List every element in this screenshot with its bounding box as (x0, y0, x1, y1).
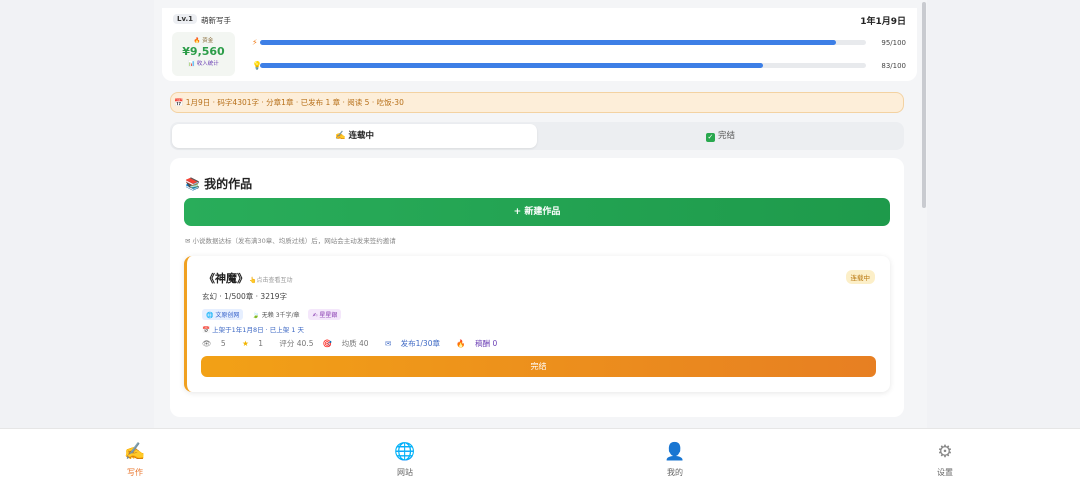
works-title: 📚 我的作品 (185, 177, 253, 191)
stars-stat: ★ 1 (242, 339, 263, 348)
lightning-icon: ⚡ (252, 38, 258, 47)
book-stats: 👁 5 ★ 1 评分 40.5 🎯 均质 40 ✉ 发布1/30章 🔥 稿酬 0 (202, 338, 511, 349)
bottom-nav: ✍️ 写作 🌐 网站 👤 我的 ⚙ 设置 (0, 428, 1080, 489)
views-stat: 👁 5 (202, 339, 226, 348)
pay-stat: 🔥 稿酬 0 (456, 339, 498, 348)
income-stats-link[interactable]: 📊 收入统计 (172, 59, 235, 67)
quality-stat: 🎯 均质 40 (322, 339, 369, 348)
app-container: Lv.1 萌新写手 1年1月9日 🔥 资金 ¥9,560 📊 收入统计 ⚡ 95… (154, 0, 927, 428)
books-icon: 📚 (185, 177, 200, 191)
globe-icon: 🌐 (394, 442, 416, 462)
user-icon: 👤 (664, 442, 686, 462)
site-tag: 🌐 文原创网 (202, 309, 244, 320)
score-stat: 评分 40.5 (279, 339, 314, 348)
status-tabs: ✍️ 连载中 ✓ 完结 (170, 122, 904, 150)
mail-icon: ✉ (384, 339, 392, 348)
money-value: ¥9,560 (182, 45, 225, 58)
fans-tag: ✍ 星星銀 (308, 309, 342, 320)
energy-bar (260, 40, 866, 45)
contract-hint: ✉ 小说数据达标（发布满30章、均质过线）后，网站会主动发来签约邀请 (185, 237, 396, 245)
writing-hand-icon: ✍️ (124, 442, 146, 462)
mail-icon: ✉ (185, 237, 191, 245)
interaction-tip[interactable]: 👆点击查看互动 (249, 275, 293, 284)
nav-settings[interactable]: ⚙ 设置 (885, 429, 1005, 478)
nav-write[interactable]: ✍️ 写作 (75, 429, 195, 478)
works-panel: 📚 我的作品 + 新建作品 ✉ 小说数据达标（发布满30章、均质过线）后，网站会… (170, 158, 904, 417)
game-date: 1年1月9日 (860, 17, 906, 27)
status-header: Lv.1 萌新写手 1年1月9日 🔥 资金 ¥9,560 📊 收入统计 ⚡ 95… (162, 8, 917, 81)
scrollbar-thumb[interactable] (922, 2, 926, 208)
globe-icon: 🌐 (206, 312, 214, 319)
tab-finished[interactable]: ✓ 完结 (539, 124, 902, 148)
target-icon: 🎯 (322, 339, 333, 348)
status-badge: 连载中 (845, 270, 875, 284)
leaf-icon: 🍃 (252, 312, 260, 319)
gear-icon: ⚙ (937, 442, 953, 462)
money-box[interactable]: 🔥 资金 ¥9,560 📊 收入统计 (172, 32, 235, 76)
nav-mine[interactable]: 👤 我的 (615, 429, 735, 478)
inspiration-value: 83/100 (881, 62, 906, 70)
book-title[interactable]: 《神魔》 (204, 270, 248, 286)
calendar-icon: 📅 (174, 98, 184, 107)
fire-icon: 🔥 (193, 38, 201, 44)
book-tags: 🌐 文原创网 🍃 无赖 3千字/章 ✍ 星星銀 (202, 309, 344, 320)
inspiration-bar-fill (260, 63, 763, 68)
tab-serializing[interactable]: ✍️ 连载中 (172, 124, 537, 148)
book-meta: 玄幻 · 1/500章 · 3219字 (202, 292, 288, 301)
published-stat: ✉ 发布1/30章 (384, 339, 440, 348)
writer-title: 萌新写手 (201, 16, 231, 25)
inspiration-bar (260, 63, 866, 68)
finish-button[interactable]: 完结 (201, 356, 876, 377)
daily-log: 📅 1月9日 · 码字4301字 · 分章1章 · 已发布 1 章 · 阅读 5… (170, 92, 904, 113)
chart-icon: 📊 (188, 61, 196, 67)
writing-hand-icon: ✍️ (334, 131, 346, 141)
level-badge: Lv.1 (173, 14, 197, 24)
new-work-button[interactable]: + 新建作品 (184, 198, 890, 226)
eye-icon: 👁 (202, 339, 212, 348)
shelf-info: 📅 上架于1年1月8日 · 已上架 1 天 (202, 326, 305, 334)
personality-tag: 🍃 无赖 3千字/章 (252, 312, 300, 319)
star-icon: ★ (242, 339, 249, 348)
writing-hand-icon: ✍ (312, 312, 318, 319)
nav-site[interactable]: 🌐 网站 (345, 429, 465, 478)
money-label: 🔥 资金 (193, 38, 214, 44)
energy-bar-fill (260, 40, 836, 45)
check-icon: ✓ (705, 133, 715, 142)
calendar-icon: 📅 (202, 326, 211, 334)
work-card[interactable]: 《神魔》 👆点击查看互动 连载中 玄幻 · 1/500章 · 3219字 🌐 文… (184, 256, 890, 392)
energy-value: 95/100 (881, 39, 906, 47)
fire-icon: 🔥 (456, 339, 466, 348)
